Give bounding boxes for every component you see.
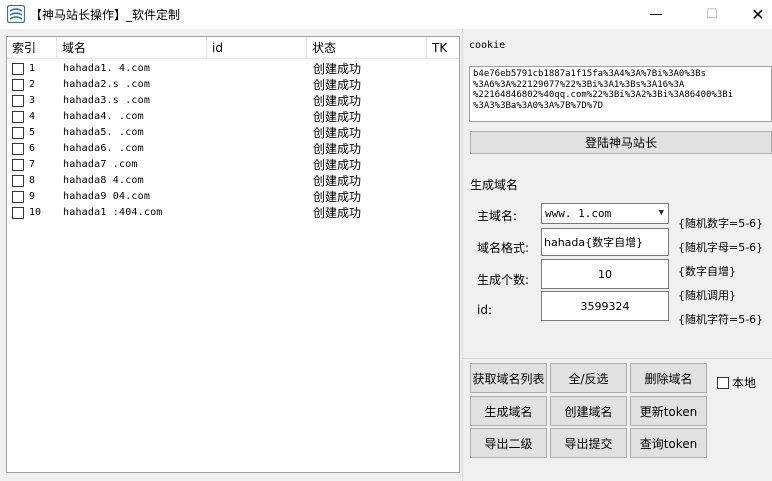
row-index: 2	[29, 79, 36, 90]
row-checkbox[interactable]	[12, 143, 24, 155]
main-domain-select[interactable]: www. 1.com ▼	[541, 203, 669, 224]
row-index: 7	[29, 159, 36, 170]
row-domain: hahada1. 4.com	[63, 63, 151, 74]
row-status: 创建成功	[313, 94, 362, 108]
create-domain-button[interactable]: 创建域名	[550, 396, 627, 426]
row-domain: hahada3.s .com	[63, 95, 151, 106]
row-index: 1	[29, 63, 36, 74]
row-index: 5	[29, 127, 36, 138]
get-domain-list-button[interactable]: 获取域名列表	[470, 363, 547, 393]
hint-random-call[interactable]: {随机调用}	[678, 287, 736, 303]
row-domain: hahada6. .com	[63, 143, 144, 154]
local-checkbox-wrap[interactable]: 本地	[717, 374, 756, 391]
row-checkbox[interactable]	[12, 95, 24, 107]
table-row[interactable]: 10 hahada1 :404.com 创建成功	[7, 205, 459, 221]
table-row[interactable]: 6 hahada6. .com 创建成功	[7, 141, 459, 157]
row-index: 10	[29, 207, 42, 218]
login-button[interactable]: 登陆神马站长	[470, 131, 772, 154]
id-input[interactable]: 3599324	[541, 291, 669, 321]
delete-domain-button[interactable]: 删除域名	[630, 363, 707, 393]
hint-random-letters[interactable]: {随机字母=5-6}	[678, 239, 763, 255]
format-label: 域名格式:	[477, 241, 530, 255]
list-header: 索引 域名 id 状态 TK	[7, 37, 459, 59]
app-logo-icon	[7, 5, 25, 23]
generate-domain-button[interactable]: 生成域名	[470, 396, 547, 426]
row-domain: hahada4. .com	[63, 111, 144, 122]
row-domain: hahada7 .com	[63, 159, 138, 170]
row-status: 创建成功	[313, 206, 362, 220]
generate-section-label: 生成域名	[470, 178, 519, 192]
row-domain: hahada1 :404.com	[63, 207, 163, 218]
row-checkbox[interactable]	[12, 127, 24, 139]
id-label: id:	[477, 303, 492, 317]
row-status: 创建成功	[313, 126, 362, 140]
row-domain: hahada8 4.com	[63, 175, 144, 186]
row-index: 8	[29, 175, 36, 186]
row-status: 创建成功	[313, 62, 362, 76]
row-status: 创建成功	[313, 142, 362, 156]
table-row[interactable]: 1 hahada1. 4.com 创建成功	[7, 61, 459, 77]
count-label: 生成个数:	[477, 273, 530, 287]
row-status: 创建成功	[313, 78, 362, 92]
row-index: 3	[29, 95, 36, 106]
table-row[interactable]: 7 hahada7 .com 创建成功	[7, 157, 459, 173]
column-header-status[interactable]: 状态	[307, 37, 427, 59]
count-input[interactable]: 10	[541, 259, 669, 289]
update-token-button[interactable]: 更新token	[630, 396, 707, 426]
table-row[interactable]: 8 hahada8 4.com 创建成功	[7, 173, 459, 189]
hint-number-increment[interactable]: {数字自增}	[678, 263, 736, 279]
table-row[interactable]: 4 hahada4. .com 创建成功	[7, 109, 459, 125]
query-token-button[interactable]: 查询token	[630, 428, 707, 458]
column-header-index[interactable]: 索引	[7, 37, 57, 59]
minimize-button[interactable]: —	[633, 0, 679, 29]
row-checkbox[interactable]	[12, 63, 24, 75]
row-domain: hahada2.s .com	[63, 79, 151, 90]
format-input[interactable]: hahada{数字自增}	[541, 228, 669, 256]
row-status: 创建成功	[313, 158, 362, 172]
title-bar: 【神马站长操作】_软件定制 — ☐ ✕	[0, 0, 772, 29]
maximize-button[interactable]: ☐	[689, 0, 735, 29]
row-domain: hahada9 04.com	[63, 191, 151, 202]
main-domain-value: www. 1.com	[545, 207, 612, 220]
row-index: 6	[29, 143, 36, 154]
column-header-tk[interactable]: TK	[427, 37, 459, 59]
close-button[interactable]: ✕	[735, 0, 772, 29]
local-checkbox-label: 本地	[732, 376, 757, 390]
row-checkbox[interactable]	[12, 191, 24, 203]
cookie-textarea[interactable]: b4e76eb5791cb1887a1f15fa%3A4%3A%7Bi%3A0%…	[469, 66, 772, 122]
table-row[interactable]: 2 hahada2.s .com 创建成功	[7, 77, 459, 93]
cookie-label: cookie	[469, 40, 506, 51]
local-checkbox[interactable]	[717, 376, 729, 389]
row-checkbox[interactable]	[12, 175, 24, 187]
row-status: 创建成功	[313, 190, 362, 204]
chevron-down-icon[interactable]: ▼	[659, 208, 664, 218]
row-status: 创建成功	[313, 174, 362, 188]
row-checkbox[interactable]	[12, 207, 24, 219]
list-rows: 1 hahada1. 4.com 创建成功 2 hahada2.s .com 创…	[7, 61, 459, 221]
row-index: 9	[29, 191, 36, 202]
export-submit-button[interactable]: 导出提交	[550, 428, 627, 458]
column-header-id[interactable]: id	[207, 37, 307, 59]
column-header-domain[interactable]: 域名	[57, 37, 207, 59]
row-index: 4	[29, 111, 36, 122]
table-row[interactable]: 5 hahada5. .com 创建成功	[7, 125, 459, 141]
hint-random-digits[interactable]: {随机数字=5-6}	[678, 215, 763, 231]
table-row[interactable]: 9 hahada9 04.com 创建成功	[7, 189, 459, 205]
main-domain-label: 主域名:	[477, 209, 518, 223]
row-checkbox[interactable]	[12, 79, 24, 91]
domain-list[interactable]: 索引 域名 id 状态 TK 1 hahada1. 4.com 创建成功 2 h…	[6, 36, 460, 473]
window-title: 【神马站长操作】_软件定制	[30, 8, 181, 22]
table-row[interactable]: 3 hahada3.s .com 创建成功	[7, 93, 459, 109]
row-domain: hahada5. .com	[63, 127, 144, 138]
export-second-level-button[interactable]: 导出二级	[470, 428, 547, 458]
row-checkbox[interactable]	[12, 159, 24, 171]
hint-random-chars[interactable]: {随机字符=5-6}	[678, 311, 763, 327]
select-all-button[interactable]: 全/反选	[550, 363, 627, 393]
row-checkbox[interactable]	[12, 111, 24, 123]
row-status: 创建成功	[313, 110, 362, 124]
